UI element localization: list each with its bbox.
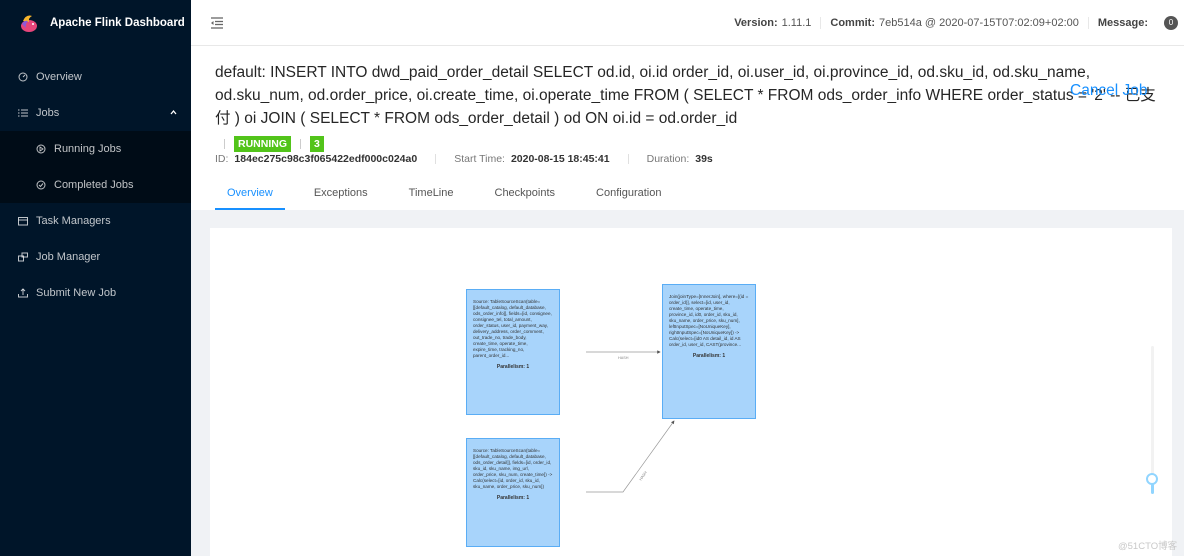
divider bbox=[820, 16, 822, 29]
list-icon bbox=[18, 108, 28, 118]
schedule-icon bbox=[18, 216, 28, 226]
job-meta: ID: 184ec275c98c3f065422edf000c024a0 Sta… bbox=[215, 153, 713, 165]
play-circle-icon bbox=[36, 144, 46, 154]
start-time-label: Start Time: bbox=[454, 153, 505, 165]
menu-fold-icon[interactable] bbox=[210, 16, 224, 30]
node-description: Join(joinType=[InnerJoin], where=[(id = … bbox=[669, 294, 749, 347]
node-description: Source: TableSourceScan(table=[[default_… bbox=[473, 448, 553, 489]
sidebar-item-job-manager[interactable]: Job Manager bbox=[0, 239, 191, 275]
sidebar-item-label: Submit New Job bbox=[36, 287, 117, 299]
sidebar-item-label: Job Manager bbox=[36, 251, 101, 263]
job-header: default: INSERT INTO dwd_paid_order_deta… bbox=[191, 46, 1184, 210]
tab-exceptions[interactable]: Exceptions bbox=[302, 178, 368, 210]
watermark: @51CTO博客 bbox=[1118, 541, 1178, 552]
status-badge: RUNNING bbox=[234, 136, 291, 152]
node-parallelism: Parallelism: 1 bbox=[496, 364, 530, 370]
sidebar-item-task-managers[interactable]: Task Managers bbox=[0, 203, 191, 239]
job-graph-canvas[interactable]: HASH HASH Source: TableSourceScan(table=… bbox=[210, 228, 1172, 556]
job-id-label: ID: bbox=[215, 153, 229, 165]
divider bbox=[435, 154, 437, 164]
graph-node-source-order-detail[interactable]: Source: TableSourceScan(table=[[default_… bbox=[466, 438, 560, 547]
graph-node-source-order-info[interactable]: Source: TableSourceScan(table=[[default_… bbox=[466, 289, 560, 415]
divider bbox=[224, 139, 225, 149]
zoom-slider-handle[interactable] bbox=[1146, 473, 1158, 485]
version-label: Version: bbox=[734, 16, 778, 29]
dashboard-icon bbox=[18, 72, 28, 82]
tab-timeline[interactable]: TimeLine bbox=[397, 178, 454, 210]
logo[interactable]: Apache Flink Dashboard bbox=[0, 0, 191, 46]
sidebar-item-label: Jobs bbox=[36, 107, 60, 119]
build-icon bbox=[18, 252, 28, 262]
flink-logo-icon bbox=[21, 15, 37, 32]
header-info: Version: 1.11.1 Commit: 7eb514a @ 2020-0… bbox=[734, 15, 1184, 30]
edge-line bbox=[586, 420, 675, 493]
jobs-submenu: Running Jobs Completed Jobs bbox=[0, 131, 191, 203]
message-label[interactable]: Message: bbox=[1098, 17, 1148, 29]
sidebar-item-overview[interactable]: Overview bbox=[0, 59, 191, 95]
node-parallelism: Parallelism: 1 bbox=[496, 495, 530, 501]
check-circle-icon bbox=[36, 180, 46, 190]
sidebar-item-label: Overview bbox=[36, 71, 82, 83]
edge-label: HASH bbox=[618, 356, 629, 360]
sidebar-item-label: Completed Jobs bbox=[54, 179, 134, 191]
job-tabs: Overview Exceptions TimeLine Checkpoints… bbox=[215, 178, 690, 210]
tab-configuration[interactable]: Configuration bbox=[584, 178, 661, 210]
duration: 39s bbox=[695, 153, 713, 165]
graph-node-join[interactable]: Join(joinType=[InnerJoin], where=[(id = … bbox=[662, 284, 756, 419]
divider bbox=[627, 154, 629, 164]
version-value: 1.11.1 bbox=[781, 16, 812, 29]
message-count-badge[interactable]: 0 bbox=[1164, 15, 1178, 30]
job-status-tags: RUNNING 3 bbox=[215, 136, 324, 152]
commit-value: 7eb514a @ 2020-07-15T07:02:09+02:00 bbox=[879, 16, 1079, 29]
sidebar: Apache Flink Dashboard Overview Jobs Run… bbox=[0, 0, 191, 556]
tab-overview[interactable]: Overview bbox=[215, 178, 285, 210]
duration-label: Duration: bbox=[646, 153, 690, 165]
chevron-up-icon[interactable] bbox=[170, 109, 177, 116]
tab-checkpoints[interactable]: Checkpoints bbox=[483, 178, 556, 210]
top-header: Version: 1.11.1 Commit: 7eb514a @ 2020-0… bbox=[191, 0, 1184, 46]
node-description: Source: TableSourceScan(table=[[default_… bbox=[473, 299, 552, 358]
sidebar-item-submit-new-job[interactable]: Submit New Job bbox=[0, 275, 191, 311]
sidebar-item-completed-jobs[interactable]: Completed Jobs bbox=[0, 167, 191, 203]
sidebar-item-label: Task Managers bbox=[36, 215, 111, 227]
job-id: 184ec275c98c3f065422edf000c024a0 bbox=[234, 153, 418, 165]
commit-label: Commit: bbox=[830, 16, 875, 29]
sidebar-item-running-jobs[interactable]: Running Jobs bbox=[0, 131, 191, 167]
job-title: default: INSERT INTO dwd_paid_order_deta… bbox=[215, 64, 1156, 127]
running-tasks-badge: 3 bbox=[310, 136, 324, 152]
sidebar-menu: Overview Jobs Running Jobs Completed Job… bbox=[0, 59, 191, 311]
zoom-slider-track[interactable] bbox=[1151, 346, 1154, 486]
divider bbox=[300, 139, 301, 149]
node-parallelism: Parallelism: 1 bbox=[692, 353, 726, 359]
sidebar-item-label: Running Jobs bbox=[54, 143, 122, 155]
start-time: 2020-08-15 18:45:41 bbox=[510, 153, 610, 165]
zoom-slider-fill bbox=[1151, 484, 1154, 494]
app-title: Apache Flink Dashboard bbox=[50, 17, 185, 29]
cancel-job-button[interactable]: Cancel Job bbox=[1070, 82, 1148, 100]
divider bbox=[1087, 16, 1089, 29]
sidebar-item-jobs[interactable]: Jobs bbox=[0, 95, 191, 131]
upload-icon bbox=[18, 288, 28, 298]
